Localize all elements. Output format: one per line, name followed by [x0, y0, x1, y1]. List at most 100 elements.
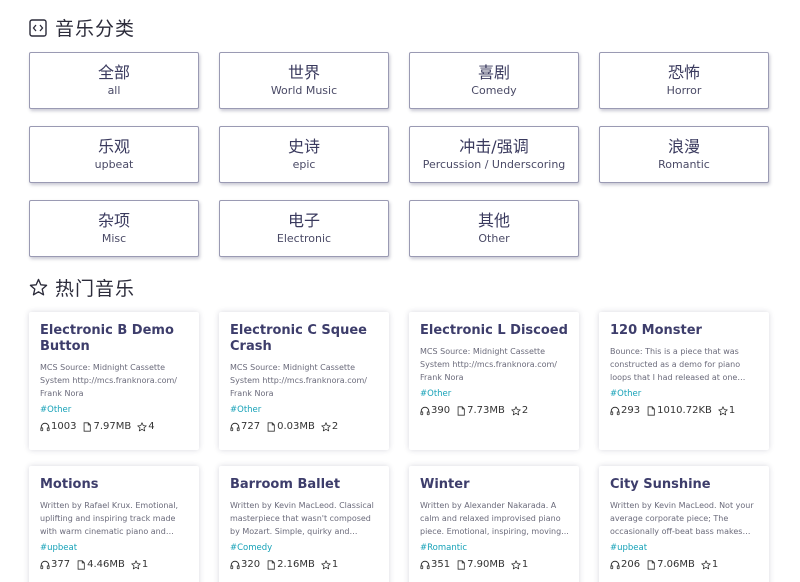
music-stats: 320 2.16MB 1	[230, 558, 379, 572]
star-icon	[701, 560, 711, 570]
plays-count: 390	[431, 405, 451, 416]
plays-stat: 293	[610, 404, 640, 418]
plays-count: 727	[241, 421, 261, 432]
file-size: 7.73MB	[467, 405, 505, 416]
headphones-icon	[420, 406, 430, 416]
category-card-other[interactable]: 其他 Other	[409, 200, 579, 257]
category-name-zh: 杂项	[97, 211, 130, 230]
size-stat: 4.46MB	[76, 558, 125, 572]
file-icon	[456, 560, 466, 570]
hot-music-section-title: 热门音乐	[28, 274, 135, 301]
size-stat: 7.90MB	[456, 558, 505, 572]
star-icon	[321, 560, 331, 570]
music-tag[interactable]: #Other	[230, 404, 379, 416]
music-card[interactable]: Electronic L Discoed MCS Source: Midnight…	[409, 312, 579, 450]
category-card-comedy[interactable]: 喜剧 Comedy	[409, 52, 579, 109]
category-name-zh: 恐怖	[667, 63, 700, 82]
size-stat: 1010.72KB	[646, 404, 712, 418]
music-tag[interactable]: #Other	[420, 388, 569, 400]
music-card[interactable]: Barroom Ballet Written by Kevin MacLeod. …	[219, 466, 389, 582]
music-stats: 390 7.73MB 2	[420, 404, 569, 418]
stars-stat[interactable]: 1	[321, 558, 338, 572]
music-title[interactable]: Winter	[420, 477, 569, 493]
stars-stat[interactable]: 1	[131, 558, 148, 572]
stars-count: 2	[331, 421, 339, 432]
music-title[interactable]: Electronic B Demo Button	[40, 323, 189, 355]
file-icon	[76, 560, 86, 570]
music-title[interactable]: Electronic C Squee Crash	[230, 323, 379, 355]
plays-stat: 206	[610, 558, 640, 572]
category-card-electronic[interactable]: 电子 Electronic	[219, 200, 389, 257]
plays-count: 377	[51, 559, 71, 570]
headphones-icon	[420, 560, 430, 570]
music-tag[interactable]: #upbeat	[610, 542, 759, 554]
music-tag[interactable]: #upbeat	[40, 542, 189, 554]
stars-stat[interactable]: 2	[511, 404, 528, 418]
stars-count: 1	[141, 559, 149, 570]
plays-stat: 351	[420, 558, 450, 572]
category-card-epic[interactable]: 史诗 epic	[219, 126, 389, 183]
size-stat: 7.73MB	[456, 404, 505, 418]
music-title[interactable]: Electronic L Discoed	[420, 323, 569, 339]
star-icon	[511, 406, 521, 416]
music-description: MCS Source: Midnight Cassette System htt…	[230, 363, 367, 398]
file-icon	[456, 406, 466, 416]
category-grid: 全部 all 世界 World Music 喜剧 Comedy 恐怖 Horror 乐观 upbe…	[29, 52, 770, 257]
size-stat: 7.97MB	[82, 420, 131, 434]
music-description: MCS Source: Midnight Cassette System htt…	[40, 363, 177, 398]
music-title[interactable]: Barroom Ballet	[230, 477, 379, 493]
music-card[interactable]: Electronic C Squee Crash MCS Source: Midn…	[219, 312, 389, 450]
plays-count: 1003	[51, 421, 77, 432]
file-icon	[646, 406, 656, 416]
plays-stat: 320	[230, 558, 260, 572]
stars-stat[interactable]: 4	[137, 420, 155, 434]
music-card[interactable]: Electronic B Demo Button MCS Source: Midn…	[29, 312, 199, 450]
stars-stat[interactable]: 1	[701, 558, 718, 572]
music-title[interactable]: 120 Monster	[610, 323, 759, 339]
category-card-romantic[interactable]: 浪漫 Romantic	[599, 126, 769, 183]
star-icon	[137, 422, 147, 432]
stars-stat[interactable]: 1	[511, 558, 528, 572]
music-tag[interactable]: #Other	[40, 404, 189, 416]
category-name-en: upbeat	[94, 158, 134, 171]
category-name-en: Comedy	[471, 84, 517, 97]
category-name-zh: 乐观	[97, 137, 130, 156]
category-card-percussion-underscoring[interactable]: 冲击/强调 Percussion / Underscoring	[409, 126, 579, 183]
stars-count: 4	[148, 421, 155, 432]
headphones-icon	[230, 560, 240, 570]
star-icon	[718, 406, 728, 416]
music-card[interactable]: 120 Monster Bounce: This is a piece that …	[599, 312, 769, 450]
music-description: Written by Kevin MacLeod. Classical mast…	[230, 501, 374, 536]
file-icon	[82, 422, 92, 432]
category-card-misc[interactable]: 杂项 Misc	[29, 200, 199, 257]
category-card-world-music[interactable]: 世界 World Music	[219, 52, 389, 109]
stars-stat[interactable]: 1	[718, 404, 735, 418]
category-name-zh: 全部	[97, 63, 130, 82]
stars-stat[interactable]: 2	[321, 420, 338, 434]
music-tag[interactable]: #Comedy	[230, 542, 379, 554]
categories-section-title: 音乐分类	[28, 14, 135, 41]
stars-count: 1	[521, 559, 529, 570]
music-title[interactable]: City Sunshine	[610, 477, 759, 493]
music-tag[interactable]: #Romantic	[420, 542, 569, 554]
category-card-horror[interactable]: 恐怖 Horror	[599, 52, 769, 109]
star-icon	[131, 560, 141, 570]
category-name-en: Other	[478, 232, 510, 245]
star-outline-icon	[28, 278, 48, 298]
music-tag[interactable]: #Other	[610, 388, 759, 400]
music-card[interactable]: City Sunshine Written by Kevin MacLeod. N…	[599, 466, 769, 582]
plays-count: 320	[241, 559, 261, 570]
category-name-zh: 冲击/强调	[459, 137, 529, 156]
code-brackets-icon	[28, 18, 48, 38]
category-card-upbeat[interactable]: 乐观 upbeat	[29, 126, 199, 183]
category-name-zh: 其他	[477, 211, 510, 230]
file-icon	[266, 560, 276, 570]
category-name-zh: 世界	[287, 63, 320, 82]
music-card[interactable]: Winter Written by Alexander Nakarada. A c…	[409, 466, 579, 582]
music-title[interactable]: Motions	[40, 477, 189, 493]
category-card-all[interactable]: 全部 all	[29, 52, 199, 109]
music-stats: 293 1010.72KB 1	[610, 404, 759, 418]
size-stat: 2.16MB	[266, 558, 315, 572]
plays-stat: 727	[230, 420, 260, 434]
music-card[interactable]: Motions Written by Rafael Krux. Emotional…	[29, 466, 199, 582]
